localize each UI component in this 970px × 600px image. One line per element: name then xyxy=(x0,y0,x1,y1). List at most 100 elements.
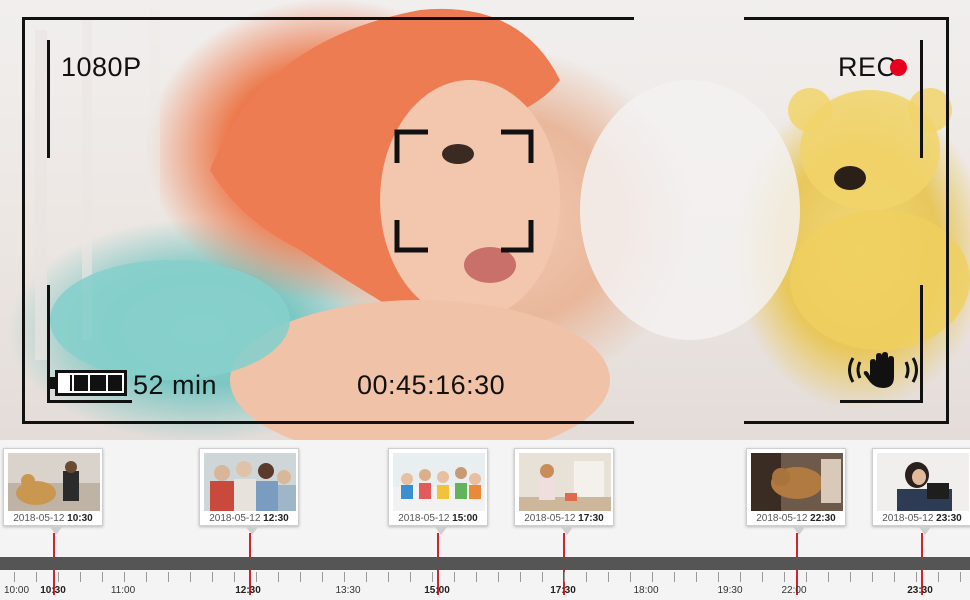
event-date: 2018-05-12 xyxy=(209,513,264,524)
timeline-tick xyxy=(190,572,191,582)
event-date: 2018-05-12 xyxy=(524,513,579,524)
timeline-tick xyxy=(58,572,59,582)
timeline-tick xyxy=(14,572,15,582)
event-time: 23:30 xyxy=(936,513,962,524)
event-date: 2018-05-12 xyxy=(398,513,453,524)
time-axis-label: 10:30 xyxy=(40,585,66,596)
event-timestamp: 2018-05-12 22:30 xyxy=(747,513,845,524)
event-thumbnail-card[interactable]: 2018-05-12 23:30 xyxy=(872,448,970,535)
timeline-tick xyxy=(300,572,301,582)
corner-br-v xyxy=(920,285,923,403)
timeline-tick xyxy=(564,572,565,582)
timeline-tick xyxy=(740,572,741,582)
timeline-tick xyxy=(828,572,829,582)
event-thumbnail-card[interactable]: 2018-05-12 10:30 xyxy=(3,448,103,535)
timeline-tick xyxy=(234,572,235,582)
time-axis-label: 17:30 xyxy=(550,585,576,596)
event-timeline[interactable]: 2018-05-12 10:30 2018-05-12 12:30 2018-05-… xyxy=(0,440,970,600)
event-thumbnail-card[interactable]: 2018-05-12 17:30 xyxy=(514,448,614,535)
timeline-tick xyxy=(124,572,125,582)
timeline-tick xyxy=(212,572,213,582)
event-thumbnail-card[interactable]: 2018-05-12 22:30 xyxy=(746,448,846,535)
event-thumbnail-card[interactable]: 2018-05-12 12:30 xyxy=(199,448,299,535)
event-time: 12:30 xyxy=(263,513,289,524)
event-thumbnail-image xyxy=(877,453,969,511)
event-thumbnail-image xyxy=(204,453,296,511)
time-axis-label: 22:00 xyxy=(781,585,807,596)
corner-tr-v xyxy=(920,40,923,158)
resolution-label: 1080P xyxy=(61,52,142,82)
timeline-tick xyxy=(80,572,81,582)
frame-top-right xyxy=(744,17,949,20)
rec-indicator-icon xyxy=(890,59,907,76)
timeline-tick xyxy=(674,572,675,582)
time-axis-label: 23:30 xyxy=(907,585,933,596)
timeline-tick xyxy=(36,572,37,582)
timeline-tick xyxy=(498,572,499,582)
event-time: 10:30 xyxy=(67,513,93,524)
event-time: 17:30 xyxy=(578,513,604,524)
event-timestamp: 2018-05-12 17:30 xyxy=(515,513,613,524)
timeline-tick xyxy=(718,572,719,582)
stabilizer-hand-icon xyxy=(848,352,918,388)
camera-viewfinder: 1080P REC 52 min 00:45:16:30 xyxy=(0,0,970,440)
event-timestamp: 2018-05-12 12:30 xyxy=(200,513,298,524)
event-thumbnail-image xyxy=(8,453,100,511)
timeline-tick xyxy=(256,572,257,582)
corner-bl-h xyxy=(47,400,132,403)
time-axis-label: 11:00 xyxy=(110,585,136,596)
timeline-tick xyxy=(938,572,939,582)
timeline-tick xyxy=(476,572,477,582)
timeline-tick xyxy=(454,572,455,582)
event-time: 15:00 xyxy=(452,513,478,524)
timeline-tick xyxy=(432,572,433,582)
timeline-tick xyxy=(762,572,763,582)
event-date: 2018-05-12 xyxy=(756,513,811,524)
timeline-tick xyxy=(168,572,169,582)
frame-bottom-left xyxy=(22,421,634,424)
timeline-tick xyxy=(784,572,785,582)
timeline-track[interactable] xyxy=(0,557,970,570)
time-axis-label: 13:30 xyxy=(335,585,361,596)
frame-top-left xyxy=(22,17,634,20)
rec-label: REC xyxy=(838,52,897,82)
time-axis-label: 18:00 xyxy=(633,585,659,596)
timeline-tick xyxy=(146,572,147,582)
card-pointer xyxy=(246,527,258,535)
event-timestamp: 2018-05-12 10:30 xyxy=(4,513,102,524)
timeline-tick xyxy=(366,572,367,582)
frame-left xyxy=(22,17,25,424)
timeline-tick xyxy=(410,572,411,582)
timeline-tick xyxy=(608,572,609,582)
time-axis-label: 10:00 xyxy=(4,585,30,596)
timeline-tick xyxy=(542,572,543,582)
event-timestamp: 2018-05-12 15:00 xyxy=(389,513,487,524)
event-thumbnail-image xyxy=(519,453,611,511)
event-date: 2018-05-12 xyxy=(13,513,68,524)
timeline-tick xyxy=(278,572,279,582)
event-thumbnail-image xyxy=(393,453,485,511)
timeline-tick xyxy=(388,572,389,582)
frame-right xyxy=(946,17,949,424)
timeline-tick xyxy=(520,572,521,582)
event-thumbnail-card[interactable]: 2018-05-12 15:00 xyxy=(388,448,488,535)
timeline-tick xyxy=(586,572,587,582)
time-axis-label: 12:30 xyxy=(235,585,261,596)
event-date: 2018-05-12 xyxy=(882,513,937,524)
frame-bottom-right xyxy=(744,421,949,424)
timeline-tick xyxy=(102,572,103,582)
focus-reticle xyxy=(394,129,534,253)
event-timestamp: 2018-05-12 23:30 xyxy=(873,513,970,524)
card-pointer xyxy=(50,527,62,535)
timeline-tick xyxy=(630,572,631,582)
timeline-tick xyxy=(850,572,851,582)
timeline-tick xyxy=(696,572,697,582)
time-axis-label: 19:30 xyxy=(717,585,743,596)
card-pointer xyxy=(793,527,805,535)
battery-time: 52 min xyxy=(133,370,218,400)
battery-icon xyxy=(55,370,127,396)
corner-br-h xyxy=(840,400,923,403)
timeline-tick xyxy=(652,572,653,582)
time-axis-label: 15:00 xyxy=(424,585,450,596)
timeline-tick xyxy=(872,572,873,582)
